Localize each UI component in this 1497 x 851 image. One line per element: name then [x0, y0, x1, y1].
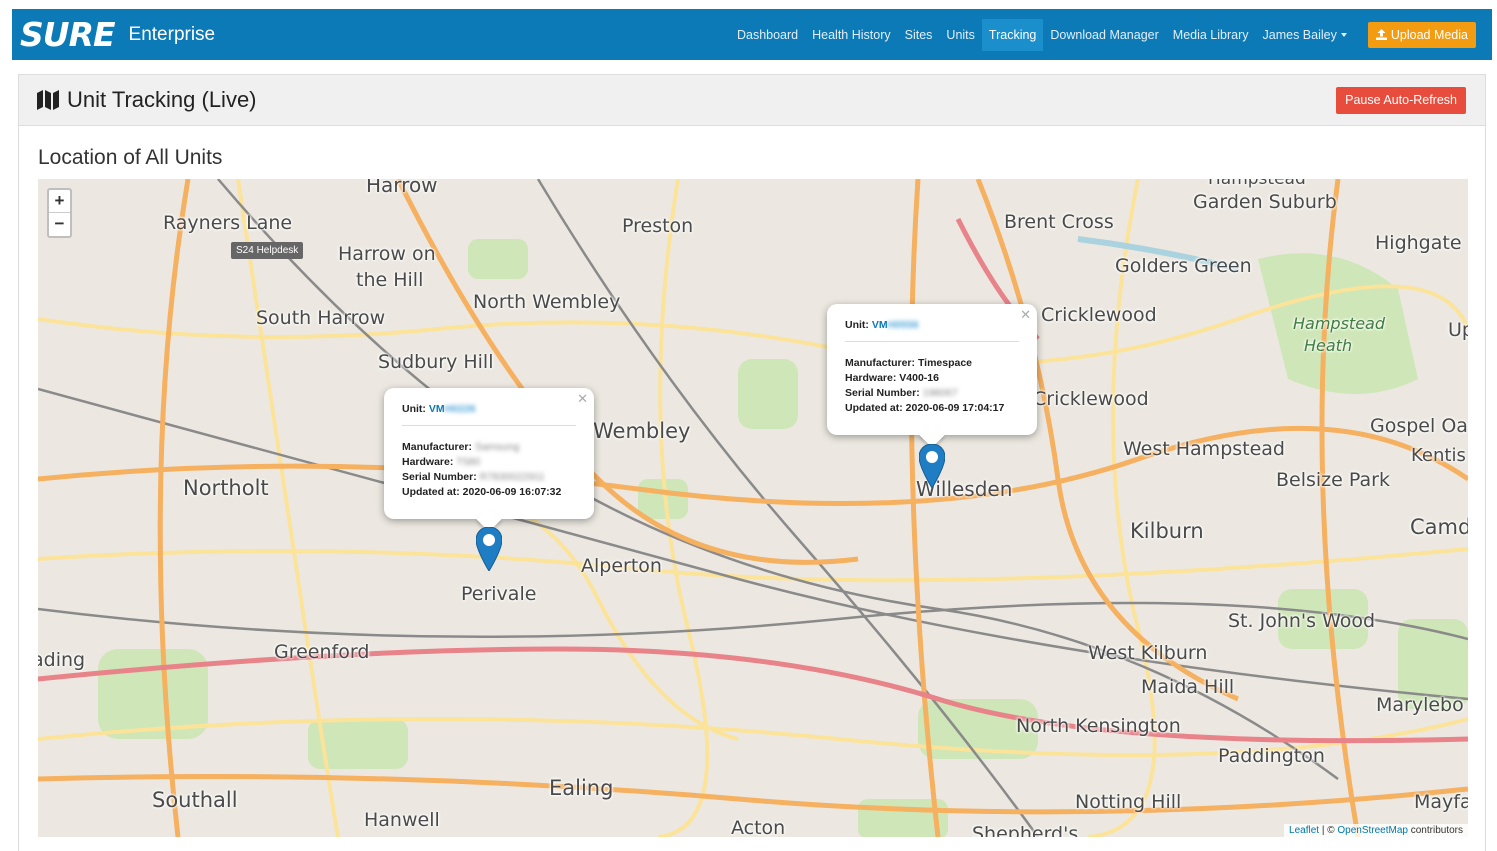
- place-label: Gospel Oa: [1370, 415, 1468, 437]
- place-label: Marylebo: [1376, 694, 1464, 716]
- place-label: Mayfa: [1414, 791, 1468, 813]
- zoom-in-button[interactable]: +: [49, 190, 70, 213]
- popup-updated: Updated at: 2020-06-09 17:04:17: [845, 402, 1005, 414]
- place-label: Wembley: [593, 419, 691, 443]
- place-label: Ealing: [549, 776, 614, 800]
- popup-manufacturer: Manufacturer: Timespace: [845, 357, 973, 369]
- user-menu[interactable]: James Bailey: [1256, 19, 1354, 51]
- map-tiles[interactable]: [38, 179, 1468, 837]
- unit-link[interactable]: VMH0556: [872, 319, 919, 331]
- place-label: Shepherd's: [972, 823, 1079, 837]
- place-label: Kilburn: [1130, 519, 1204, 543]
- place-label: South Harrow: [256, 307, 386, 329]
- place-label: North Wembley: [473, 291, 621, 313]
- nav-units[interactable]: Units: [939, 19, 981, 51]
- place-label: Harrow on: [338, 243, 436, 265]
- place-label: Kentis: [1411, 445, 1466, 466]
- place-label: Alperton: [581, 555, 662, 577]
- unit-popup: ✕ Unit: VMH0226 Manufacturer: Samsung Ha…: [384, 388, 594, 532]
- user-name: James Bailey: [1262, 27, 1337, 42]
- place-label: Notting Hill: [1075, 791, 1182, 813]
- upload-media-button[interactable]: Upload Media: [1367, 21, 1476, 48]
- close-icon[interactable]: ✕: [577, 391, 588, 407]
- place-label: Southall: [152, 788, 238, 812]
- unit-popup: ✕ Unit: VMH0556 Manufacturer: Timespace …: [827, 304, 1037, 448]
- nav-tracking[interactable]: Tracking: [981, 18, 1044, 51]
- map[interactable]: Harrow Rayners Lane Harrow on the Hill P…: [38, 179, 1468, 837]
- place-label: Maida Hill: [1141, 676, 1235, 698]
- panel-header: Unit Tracking (Live) Pause Auto-Refresh: [19, 75, 1485, 126]
- place-label: Cricklewood: [1041, 304, 1157, 326]
- place-label: Garden Suburb: [1193, 191, 1337, 213]
- tracking-panel: Unit Tracking (Live) Pause Auto-Refresh …: [18, 74, 1486, 851]
- popup-serial: Serial Number: R7830022911: [402, 471, 545, 483]
- nav-health-history[interactable]: Health History: [805, 19, 898, 51]
- zoom-out-button[interactable]: −: [49, 213, 70, 236]
- place-label: Brent Cross: [1004, 211, 1114, 233]
- place-label: Up: [1448, 319, 1468, 341]
- nav-dashboard[interactable]: Dashboard: [730, 19, 805, 51]
- map-marker-icon[interactable]: [476, 527, 502, 571]
- place-label: Hampstead: [1208, 179, 1306, 189]
- place-label: Acton: [731, 817, 786, 837]
- place-label: the Hill: [356, 269, 424, 291]
- unit-link[interactable]: VMH0226: [429, 403, 476, 415]
- place-label: Hampstead: [1293, 314, 1385, 333]
- place-label: Sudbury Hill: [378, 351, 494, 373]
- top-navbar: SURE Enterprise Dashboard Health History…: [12, 9, 1492, 60]
- popup-hardware: Hardware: T580: [402, 456, 481, 468]
- close-icon[interactable]: ✕: [1020, 307, 1031, 323]
- caret-down-icon: [1340, 33, 1347, 38]
- popup-manufacturer: Manufacturer: Samsung: [402, 441, 520, 453]
- nav-sites[interactable]: Sites: [898, 19, 940, 51]
- place-label: Greenford: [274, 641, 370, 663]
- place-label: Rayners Lane: [163, 212, 293, 234]
- page-title: Unit Tracking (Live): [67, 87, 257, 112]
- place-label: Preston: [622, 215, 694, 237]
- upload-media-label: Upload Media: [1390, 27, 1468, 42]
- popup-unit: Unit: VMH0556: [845, 319, 919, 331]
- map-attribution: Leaflet | © OpenStreetMap contributors: [1284, 824, 1468, 837]
- map-tooltip: S24 Helpdesk: [231, 242, 304, 259]
- popup-hardware: Hardware: V400-16: [845, 372, 939, 384]
- place-label: Belsize Park: [1276, 469, 1390, 491]
- main-nav: Dashboard Health History Sites Units Tra…: [730, 9, 1492, 60]
- place-label: North Kensington: [1016, 715, 1181, 737]
- place-label: Golders Green: [1115, 255, 1252, 277]
- map-marker-icon[interactable]: [919, 444, 945, 488]
- place-label: Harrow: [366, 179, 438, 197]
- place-label: West Kilburn: [1088, 642, 1208, 664]
- popup-unit: Unit: VMH0226: [402, 403, 476, 415]
- place-label: Northolt: [183, 476, 269, 500]
- place-label: West Hampstead: [1123, 438, 1285, 460]
- nav-media-library[interactable]: Media Library: [1166, 19, 1256, 51]
- place-label: Hanwell: [364, 809, 440, 831]
- pause-auto-refresh-button[interactable]: Pause Auto-Refresh: [1336, 86, 1466, 114]
- openstreetmap-link[interactable]: OpenStreetMap: [1337, 825, 1408, 836]
- place-label: Paddington: [1218, 745, 1325, 767]
- place-label: Heath: [1304, 336, 1353, 355]
- section-title: Location of All Units: [38, 146, 223, 169]
- place-label: Camd: [1410, 515, 1468, 539]
- place-label: Highgate: [1375, 232, 1462, 254]
- place-label: Cricklewood: [1033, 388, 1149, 410]
- brand-subtitle: Enterprise: [128, 23, 216, 45]
- logo[interactable]: SURE: [20, 15, 116, 54]
- popup-updated: Updated at: 2020-06-09 16:07:32: [402, 486, 562, 498]
- place-label: Perivale: [461, 583, 537, 605]
- nav-download-manager[interactable]: Download Manager: [1043, 19, 1165, 51]
- place-label: Reading: [38, 649, 86, 671]
- popup-serial: Serial Number: 198067: [845, 387, 958, 399]
- map-icon: [37, 90, 59, 110]
- zoom-control: + −: [47, 188, 72, 238]
- leaflet-link[interactable]: Leaflet: [1289, 825, 1319, 836]
- upload-icon: [1375, 29, 1387, 40]
- place-label: St. John's Wood: [1228, 610, 1376, 632]
